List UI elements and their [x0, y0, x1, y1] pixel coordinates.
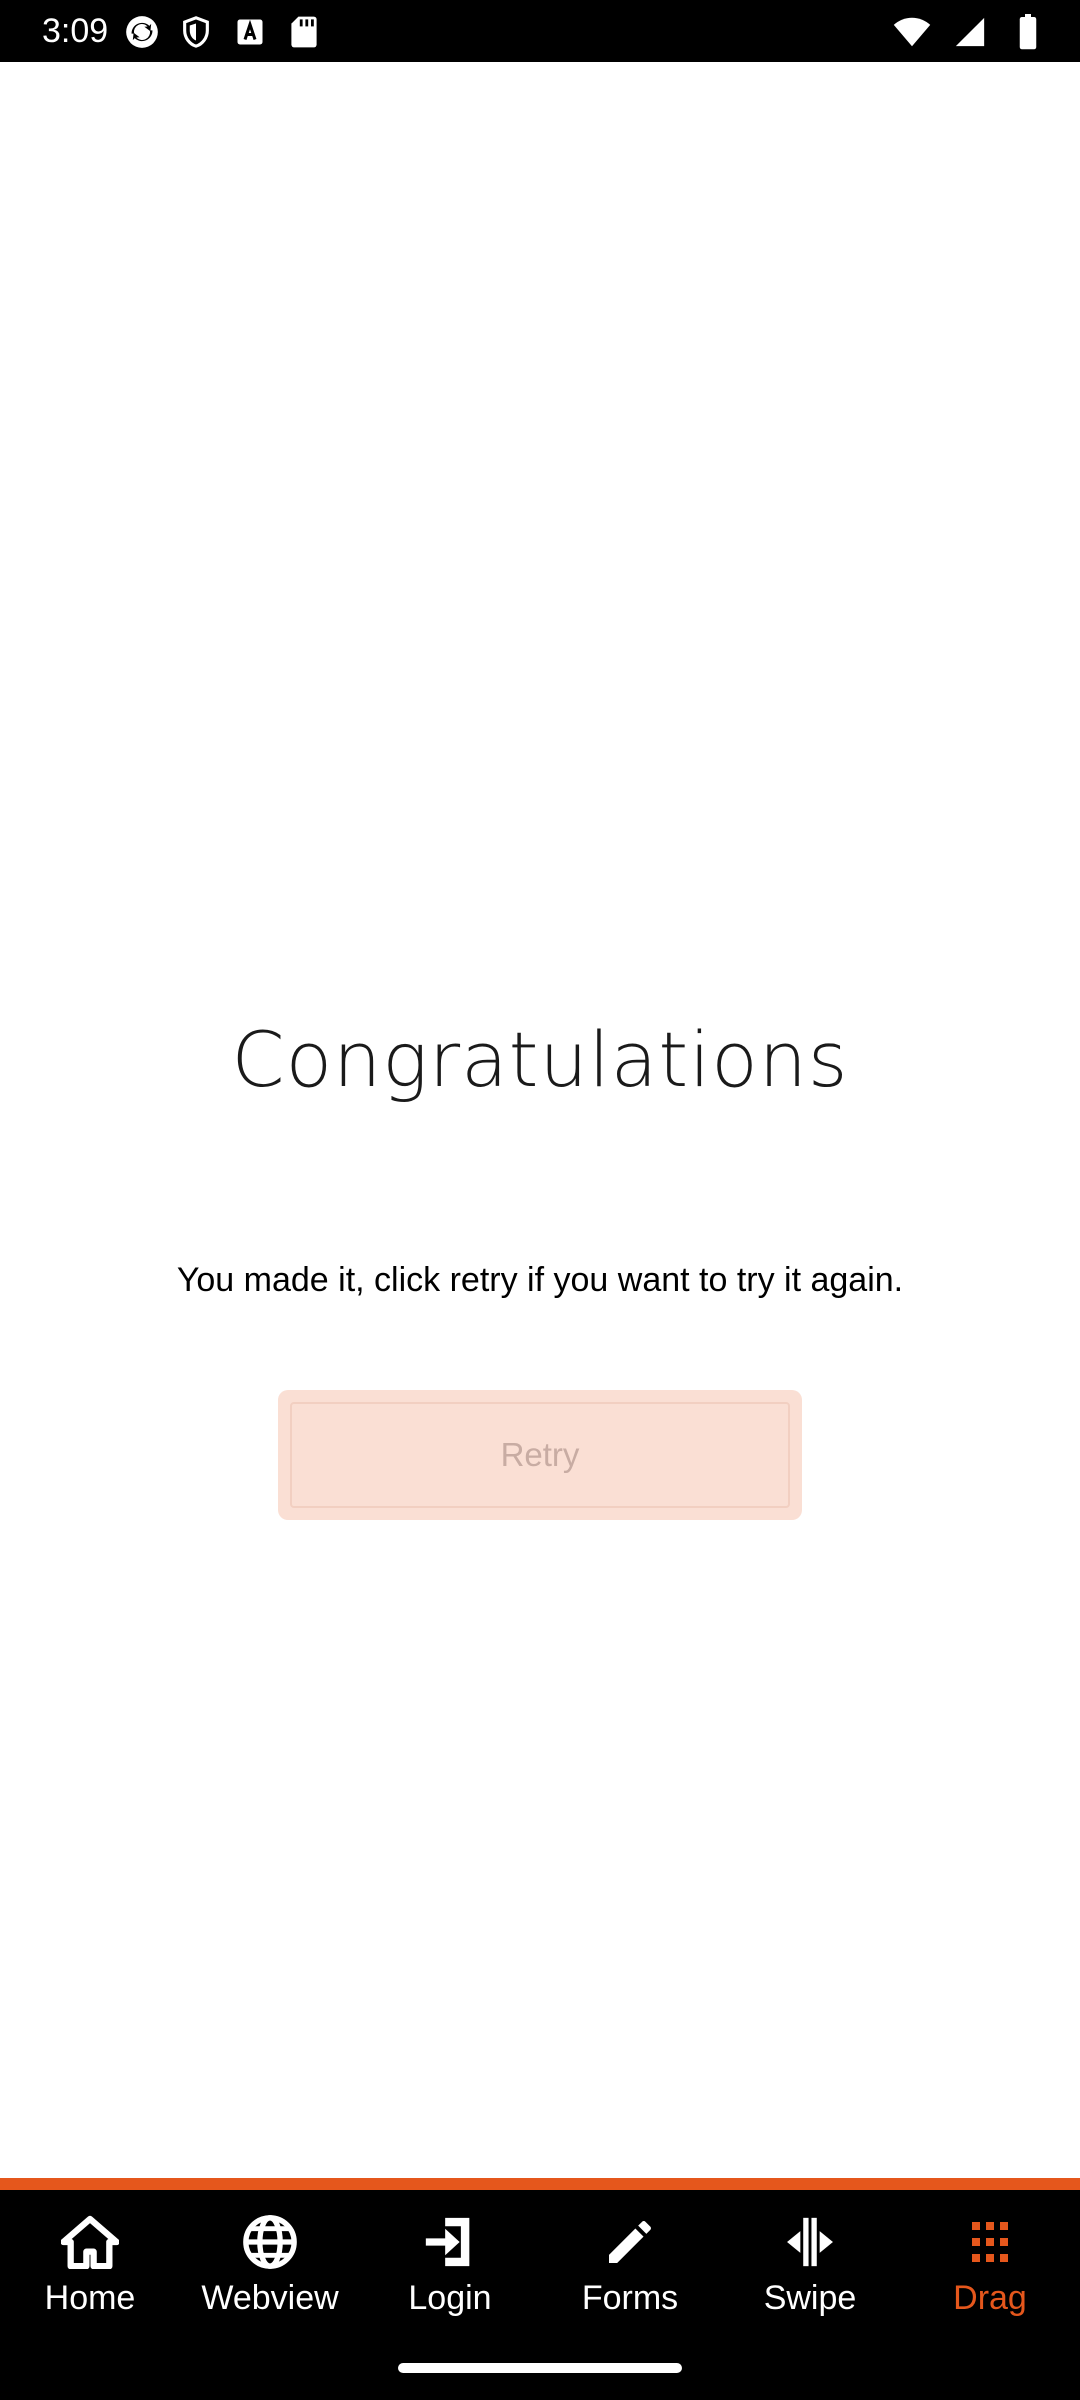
home-indicator[interactable] [398, 2363, 682, 2373]
home-icon [58, 2210, 122, 2274]
sd-card-icon [284, 12, 324, 52]
nav-label-forms: Forms [581, 2279, 679, 2317]
retry-button[interactable]: Retry [278, 1390, 802, 1520]
globe-icon [238, 2210, 302, 2274]
nav-item-swipe[interactable]: Swipe [720, 2210, 900, 2330]
battery-icon [1008, 12, 1048, 52]
nav-item-drag[interactable]: Drag [900, 2210, 1080, 2330]
drag-grid-icon [958, 2210, 1022, 2274]
nav-item-webview[interactable]: Webview [180, 2210, 360, 2330]
page-title: Congratulations [231, 1015, 849, 1104]
nav-label-login: Login [408, 2279, 492, 2317]
login-icon [418, 2210, 482, 2274]
nav-item-forms[interactable]: Forms [540, 2210, 720, 2330]
nav-item-login[interactable]: Login [360, 2210, 540, 2330]
retry-button-label: Retry [500, 1436, 580, 1473]
nav-label-home: Home [44, 2279, 136, 2317]
pencil-icon [598, 2210, 662, 2274]
swipe-icon [778, 2210, 842, 2274]
status-icons-left [122, 12, 324, 52]
nav-item-home[interactable]: Home [0, 2210, 180, 2330]
signal-icon [950, 12, 990, 52]
wifi-icon [892, 12, 932, 52]
nav-label-webview: Webview [201, 2279, 339, 2317]
success-message: You made it, click retry if you want to … [176, 1261, 904, 1299]
shield-icon [176, 12, 216, 52]
text-a-icon [230, 12, 270, 52]
bottom-nav: Home Webview Login Forms Swipe Drag [0, 2190, 1080, 2400]
sync-icon [122, 12, 162, 52]
status-time: 3:09 [42, 12, 109, 50]
status-bar: 3:09 [0, 0, 1080, 62]
nav-accent-bar [0, 2178, 1080, 2190]
status-icons-right [892, 12, 1048, 52]
nav-label-drag: Drag [953, 2279, 1027, 2317]
nav-label-swipe: Swipe [763, 2279, 857, 2317]
